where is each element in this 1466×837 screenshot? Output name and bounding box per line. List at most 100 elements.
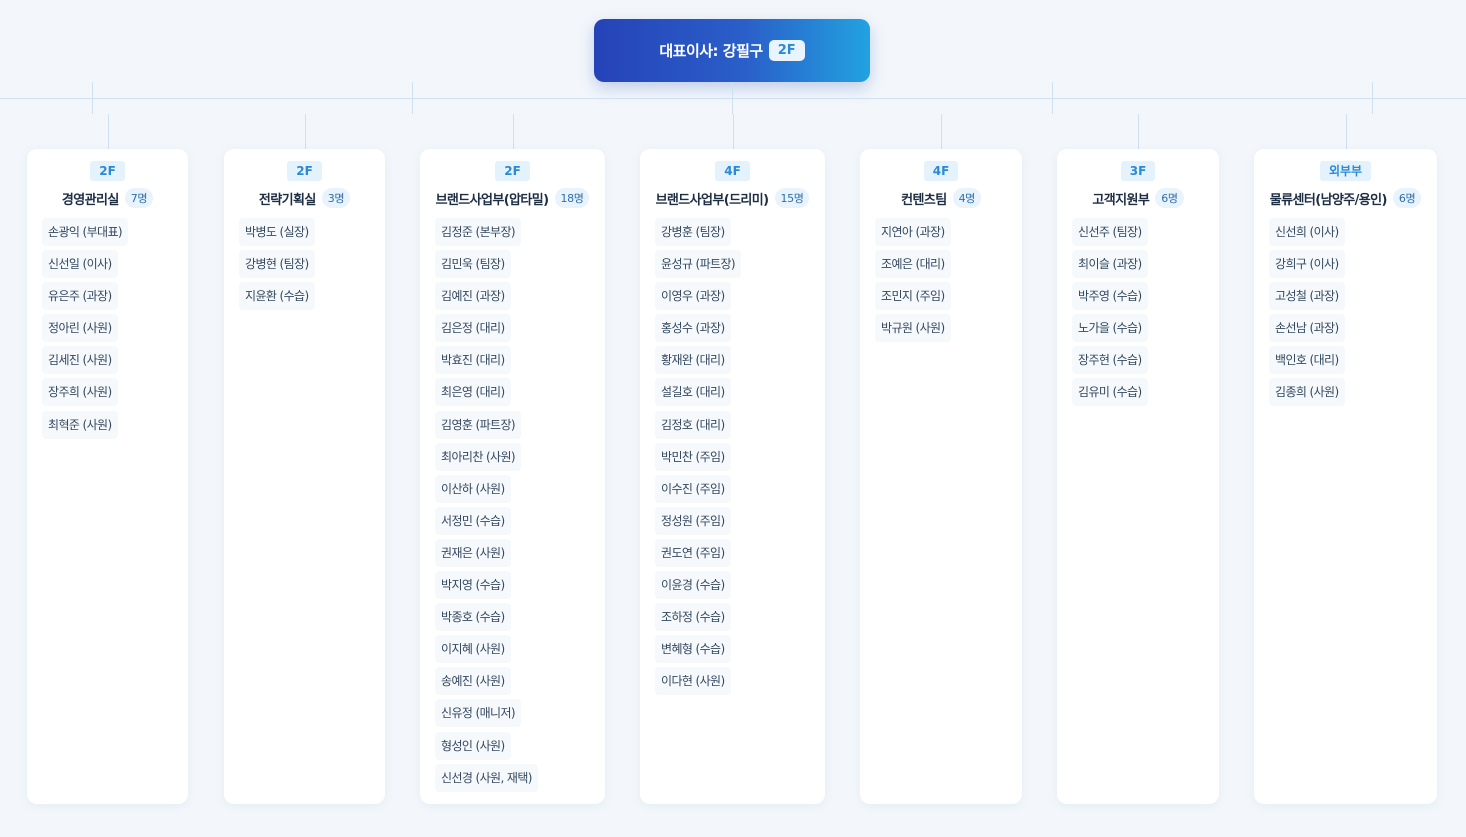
member-item: 박민찬 (주임): [655, 442, 731, 471]
member-item: 이수진 (주임): [655, 474, 731, 503]
department-connector: [513, 114, 514, 149]
org-connector-line: [0, 98, 1466, 99]
member-item: 최아리찬 (사원): [435, 442, 522, 471]
member-count-badge: 4명: [952, 188, 981, 208]
member-item: 박효진 (대리): [435, 346, 511, 375]
member-count-badge: 6명: [1392, 188, 1422, 208]
connector-tick: [92, 82, 93, 114]
member-item: 장주현 (수습): [1072, 346, 1148, 375]
member-item: 홍성수 (과장): [655, 314, 731, 343]
member-count-badge: 18명: [554, 188, 590, 208]
member-count-badge: 15명: [774, 188, 810, 208]
member-item: 강병훈 (팀장): [655, 218, 731, 246]
member-list: 신선주 (팀장) 최이슬 (과장) 박주영 (수습) 노가을 (수습) 장주현 (수습)…: [1057, 218, 1219, 407]
member-item: 최은영 (대리): [435, 378, 511, 407]
member-item: 김예진 (과장): [435, 282, 511, 311]
department-name: 물류센터(남양주/용인): [1269, 192, 1388, 208]
member-item: 설길호 (대리): [655, 378, 731, 407]
member-item: 유은주 (과장): [42, 282, 118, 311]
floor-badge: 2F: [495, 161, 530, 181]
member-item: 백인호 (대리): [1269, 346, 1345, 375]
member-item: 박지영 (수습): [435, 571, 511, 600]
member-list: 김정준 (본부장) 김민욱 (팀장) 김예진 (과장) 김은정 (대리) 박효진 (대리…: [420, 218, 605, 792]
member-list: 지연아 (과장) 조예은 (대리) 조민지 (주임) 박규원 (사원): [860, 218, 1022, 343]
member-item: 이산하 (사원): [435, 474, 511, 503]
member-item: 정성원 (주임): [655, 506, 731, 535]
member-item: 이영우 (과장): [655, 282, 731, 311]
department-name: 경영관리실: [61, 192, 119, 208]
department-card: 4F 브랜드사업부(드리미) 15명강병훈 (팀장) 윤성규 (파트장) 이영우 (과장…: [640, 149, 825, 804]
member-item: 손광익 (부대표): [42, 218, 129, 246]
member-item: 조예은 (대리): [875, 250, 951, 279]
member-item: 신선경 (사원, 재택): [435, 763, 538, 792]
member-item: 강희구 (이사): [1269, 250, 1345, 279]
member-item: 이지혜 (사원): [435, 635, 511, 664]
member-item: 고성철 (과장): [1269, 282, 1345, 311]
member-item: 윤성규 (파트장): [655, 250, 742, 279]
ceo-floor-badge: 2F: [768, 40, 805, 61]
member-item: 신선희 (이사): [1269, 218, 1345, 246]
member-item: 박병도 (실장): [239, 218, 315, 246]
department-connector: [1138, 114, 1139, 149]
department-connector: [733, 114, 734, 149]
department-card: 2F 브랜드사업부(압타밀) 18명 김정준 (본부장) 김민욱 (팀장) 김예진 (과장…: [420, 149, 605, 804]
member-item: 강병현 (팀장): [239, 250, 315, 279]
member-item: 장주희 (사원): [42, 378, 118, 407]
member-item: 황재완 (대리): [655, 346, 731, 375]
member-item: 김정호 (대리): [655, 410, 731, 439]
member-item: 지연아 (과장): [875, 218, 951, 246]
member-item: 정아린 (사원): [42, 314, 118, 343]
department-connector: [305, 114, 306, 149]
floor-badge: 2F: [90, 161, 125, 181]
department-name: 브랜드사업부(드리미): [655, 192, 770, 208]
department-name: 전략기획실: [258, 192, 316, 208]
department-header: 고객지원부 6명: [1057, 187, 1219, 209]
member-item: 이다현 (사원): [655, 667, 731, 696]
member-item: 신선일 (이사): [42, 250, 118, 279]
member-item: 김영훈 (파트장): [435, 410, 522, 439]
member-item: 송예진 (사원): [435, 667, 511, 696]
department-connector: [108, 114, 109, 149]
member-item: 김세진 (사원): [42, 346, 118, 375]
member-item: 신선주 (팀장): [1072, 218, 1148, 246]
member-item: 지윤환 (수습): [239, 282, 315, 311]
department-connector: [1346, 114, 1347, 149]
department-header: 컨텐츠팀 4명: [860, 187, 1022, 209]
member-item: 변혜형 (수습): [655, 635, 731, 664]
floor-badge: 4F: [715, 161, 750, 181]
member-item: 최이슬 (과장): [1072, 250, 1148, 279]
member-list: 신선희 (이사) 강희구 (이사) 고성철 (과장) 손선남 (과장) 백인호 (대리)…: [1254, 218, 1437, 407]
department-header: 브랜드사업부(압타밀) 18명: [420, 187, 605, 209]
department-header: 경영관리실 7명: [27, 187, 188, 209]
member-list: 강병훈 (팀장) 윤성규 (파트장) 이영우 (과장) 홍성수 (과장) 황재완 (대리…: [640, 218, 825, 696]
member-item: 서정민 (수습): [435, 506, 511, 535]
department-card: 외부부 물류센터(남양주/용인) 6명 신선희 (이사) 강희구 (이사) 고성철 (과장…: [1254, 149, 1437, 804]
member-item: 형성인 (사원): [435, 731, 511, 760]
member-item: 조민지 (주임): [875, 282, 951, 311]
department-card: 4F 컨텐츠팀 4명 지연아 (과장) 조예은 (대리) 조민지 (주임) 박규원 (사원): [860, 149, 1022, 804]
floor-badge: 2F: [287, 161, 322, 181]
member-item: 김은정 (대리): [435, 314, 511, 343]
department-header: 브랜드사업부(드리미) 15명: [640, 187, 825, 209]
floor-badge: 4F: [923, 161, 959, 181]
member-item: 최혁준 (사원): [42, 410, 118, 439]
member-count-badge: 3명: [321, 188, 351, 208]
member-item: 이윤경 (수습): [655, 571, 731, 600]
member-count-badge: 7명: [124, 188, 154, 208]
member-list: 손광익 (부대표) 신선일 (이사) 유은주 (과장) 정아린 (사원) 김세진 (사원…: [27, 218, 188, 439]
floor-badge: 3F: [1120, 161, 1156, 181]
department-header: 전략기획실 3명: [224, 187, 385, 209]
department-card: 2F 전략기획실 3명박병도 (실장) 강병현 (팀장) 지윤환 (수습): [224, 149, 385, 804]
member-item: 권도연 (주임): [655, 538, 731, 567]
department-header: 물류센터(남양주/용인) 6명: [1254, 187, 1437, 209]
member-item: 노가을 (수습): [1072, 314, 1148, 343]
department-card: 2F 경영관리실 7명손광익 (부대표) 신선일 (이사) 유은주 (과장) 정아린 (사…: [27, 149, 188, 804]
connector-tick: [412, 82, 413, 114]
department-card: 3F 고객지원부 6명 신선주 (팀장) 최이슬 (과장) 박주영 (수습) 노가을 (수습…: [1057, 149, 1219, 804]
member-item: 권재은 (사원): [435, 538, 511, 567]
member-item: 김유미 (수습): [1072, 378, 1148, 407]
member-item: 박종호 (수습): [435, 603, 511, 632]
member-item: 신유정 (매니저): [435, 699, 522, 728]
department-name: 브랜드사업부(압타밀): [435, 192, 550, 208]
department-name: 컨텐츠팀: [901, 192, 947, 208]
